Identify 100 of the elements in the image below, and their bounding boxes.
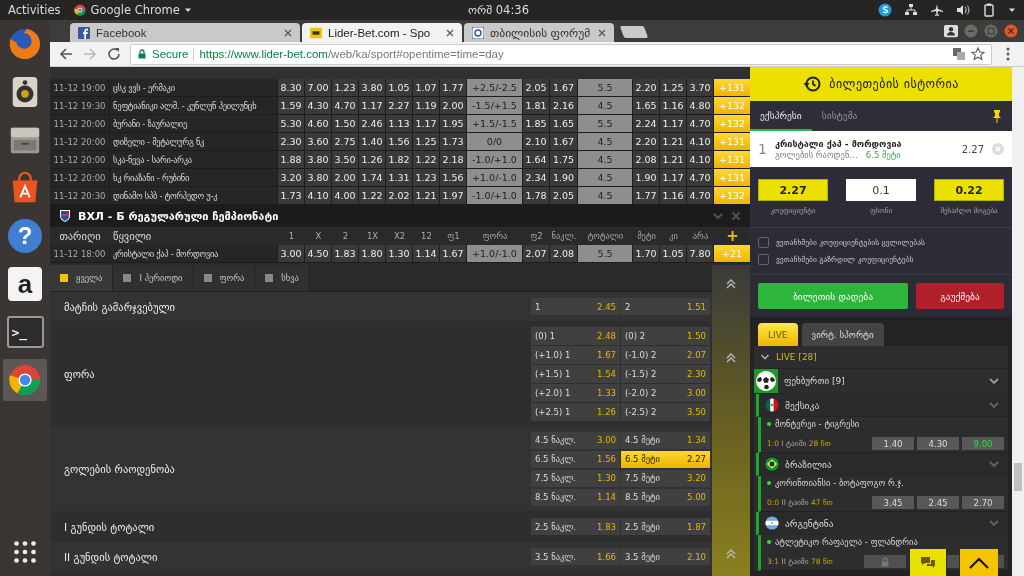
odds-cell[interactable]: 1.82: [386, 151, 413, 169]
odds-cell[interactable]: 1.21: [413, 187, 440, 205]
odds-cell[interactable]: 4.10: [305, 187, 332, 205]
odds-cell[interactable]: 2.16: [550, 97, 578, 115]
country-name[interactable]: მექსიკა: [785, 399, 820, 411]
new-tab-button[interactable]: [619, 26, 649, 38]
launcher-item[interactable]: [3, 359, 47, 401]
odds-button[interactable]: (+1.0) 1 1.67: [531, 346, 620, 364]
country-name[interactable]: არგენტინა: [785, 517, 834, 529]
activities-button[interactable]: Activities: [8, 3, 61, 17]
odds-cell[interactable]: 2.30: [278, 133, 305, 151]
sport-name[interactable]: ფეხბურთი [9]: [784, 376, 845, 386]
odds-cell[interactable]: 1.67: [550, 133, 578, 151]
odds-cell[interactable]: 1.65: [550, 115, 578, 133]
close-icon[interactable]: [598, 28, 606, 37]
odds-button[interactable]: 4.5 მეტი 1.34: [621, 431, 710, 449]
odds-cell[interactable]: 4.70: [687, 187, 714, 205]
match-teams[interactable]: მონტერეი - ტიგრესი: [775, 419, 860, 429]
odds-cell[interactable]: 1.67: [550, 79, 578, 97]
back-button[interactable]: [58, 46, 74, 62]
odds-cell[interactable]: 2.07: [523, 245, 550, 263]
odds-cell[interactable]: 1.16: [660, 97, 687, 115]
odds-cell[interactable]: 1.25: [660, 79, 687, 97]
scroll-top-button[interactable]: [960, 549, 998, 576]
odds-cell[interactable]: 1.59: [278, 97, 305, 115]
odds-cell[interactable]: 4.70: [332, 97, 359, 115]
odds-button[interactable]: 8.5 ნაკლ. 1.14: [531, 488, 620, 506]
odds-cell[interactable]: 1.73: [278, 187, 305, 205]
filter-tab[interactable]: ყველა: [50, 265, 114, 291]
checkbox[interactable]: [758, 254, 769, 265]
odds-cell[interactable]: 3.70: [687, 79, 714, 97]
odds-cell[interactable]: 1.17: [413, 115, 440, 133]
odds-cell[interactable]: 1.88: [278, 151, 305, 169]
odds-cell[interactable]: 1.40: [359, 133, 386, 151]
odds-cell[interactable]: 2.18: [440, 151, 467, 169]
odds-cell[interactable]: 4.50: [305, 245, 332, 263]
airplane-icon[interactable]: [930, 3, 944, 17]
odds-cell[interactable]: 1.26: [359, 151, 386, 169]
odds-button[interactable]: 1 2.45: [531, 297, 620, 316]
translate-icon[interactable]: [952, 47, 966, 61]
odds-button[interactable]: 4.5 ნაკლ. 3.00: [531, 431, 620, 449]
odds-cell[interactable]: 1.19: [413, 97, 440, 115]
checkbox[interactable]: [758, 237, 769, 248]
odds-cell[interactable]: 2.05: [550, 187, 578, 205]
country-name[interactable]: ბრაზილია: [785, 458, 832, 470]
match-teams[interactable]: კორინთიანსი - ბოტაფოგო რ.ჯ.: [775, 478, 904, 488]
odds-button[interactable]: (+2.5) 1 1.26: [531, 403, 620, 421]
odds-button[interactable]: 3.5 ნაკლ. 1.66: [531, 547, 620, 566]
caret-icon[interactable]: [1008, 6, 1016, 14]
odds-cell[interactable]: 1.90: [633, 169, 660, 187]
odds-button[interactable]: 2.45: [917, 496, 959, 509]
filter-checkbox[interactable]: [203, 274, 212, 282]
close-icon[interactable]: [446, 28, 454, 37]
odds-cell[interactable]: 1.17: [359, 97, 386, 115]
odds-cell[interactable]: 1.70: [633, 245, 660, 263]
expand-all-button[interactable]: +: [714, 227, 751, 245]
odds-cell[interactable]: 1.25: [413, 133, 440, 151]
odds-cell[interactable]: 1.23: [332, 79, 359, 97]
odds-cell[interactable]: 2.08: [633, 151, 660, 169]
address-bar[interactable]: Secure https://www.lider-bet.com/web/ka/sport#opentime=time=day: [130, 43, 992, 65]
odds-cell[interactable]: 1.65: [633, 97, 660, 115]
odds-button[interactable]: (-1.0) 2 2.07: [621, 346, 710, 364]
odds-button[interactable]: 4.30: [917, 437, 959, 450]
odds-cell[interactable]: 1.78: [523, 187, 550, 205]
odds-cell[interactable]: 1.22: [413, 151, 440, 169]
odds-cell[interactable]: 1.81: [523, 97, 550, 115]
odds-cell[interactable]: 1.75: [550, 151, 578, 169]
odds-cell[interactable]: 2.46: [359, 115, 386, 133]
odds-cell[interactable]: 2.10: [523, 133, 550, 151]
odds-cell[interactable]: 2.75: [332, 133, 359, 151]
odds-cell[interactable]: 1.90: [550, 169, 578, 187]
odds-cell[interactable]: 4.60: [305, 115, 332, 133]
odds-button[interactable]: 9.00: [962, 437, 1004, 450]
odds-cell[interactable]: 1.50: [332, 115, 359, 133]
odds-button[interactable]: 2.70: [962, 496, 1004, 509]
odds-cell[interactable]: 4.00: [332, 187, 359, 205]
odds-cell[interactable]: 1.74: [359, 169, 386, 187]
odds-cell[interactable]: 7.00: [305, 79, 332, 97]
odds-cell[interactable]: 2.02: [386, 187, 413, 205]
odds-button[interactable]: 6.5 მეტი 2.27: [621, 450, 710, 468]
stake-field[interactable]: 0.1: [846, 179, 916, 201]
odds-cell[interactable]: 1.56: [386, 133, 413, 151]
profile-icon[interactable]: [944, 24, 958, 38]
collapse-icon[interactable]: [724, 351, 738, 365]
odds-button[interactable]: (-2.0) 2 3.00: [621, 384, 710, 402]
odds-button[interactable]: 7.5 მეტი 3.20: [621, 469, 710, 487]
odds-button[interactable]: (+1.5) 1 1.54: [531, 365, 620, 383]
odds-cell[interactable]: 1.31: [386, 169, 413, 187]
odds-cell[interactable]: 1.64: [523, 151, 550, 169]
odds-cell[interactable]: 5.30: [278, 115, 305, 133]
chevron-down-icon[interactable]: [760, 352, 770, 362]
odds-button[interactable]: 3.5 მეტი 2.10: [621, 547, 710, 566]
bet-history-button[interactable]: ბილეთების ისტორია: [750, 67, 1012, 101]
reload-button[interactable]: [106, 46, 122, 62]
filter-checkbox[interactable]: [123, 274, 132, 282]
chat-button[interactable]: [910, 549, 946, 576]
close-icon[interactable]: [284, 28, 292, 37]
odds-cell[interactable]: 2.20: [633, 133, 660, 151]
network-icon[interactable]: [904, 3, 918, 17]
browser-tab[interactable]: Lider-Bet.com - Spo: [302, 23, 462, 42]
